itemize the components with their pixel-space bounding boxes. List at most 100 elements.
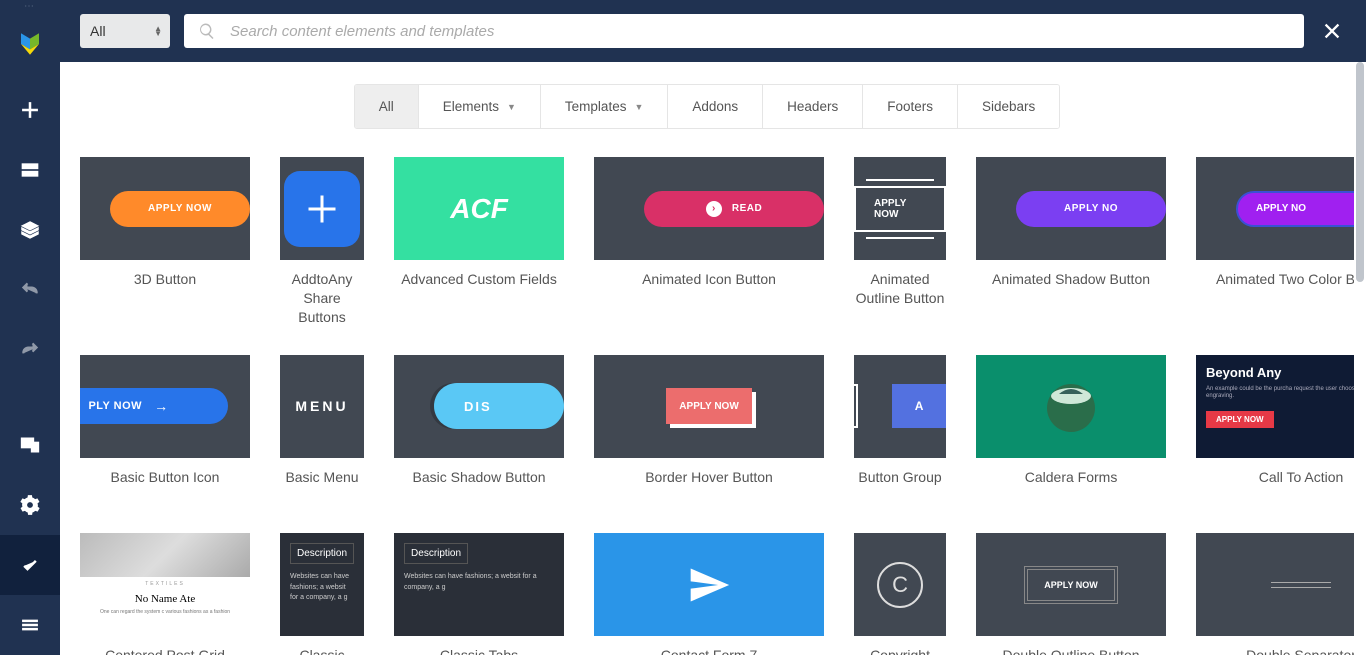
element-label: Double Separator	[1246, 646, 1354, 655]
element-label: Basic Shadow Button	[412, 468, 545, 487]
element-card[interactable]: Beyond AnyAn example could be the purcha…	[1196, 355, 1354, 506]
element-label: Copyright	[870, 646, 930, 655]
element-card[interactable]: APPLY NOW Border Hover Button	[594, 355, 824, 506]
element-card[interactable]: AddtoAny Share Buttons	[280, 157, 364, 327]
element-card[interactable]: C Copyright	[854, 533, 946, 655]
dropdown-value: All	[90, 23, 106, 39]
element-thumbnail	[1196, 533, 1354, 636]
tab-label: All	[379, 99, 394, 114]
publish-button[interactable]	[0, 535, 60, 595]
element-thumbnail: C	[854, 533, 946, 636]
element-card[interactable]: Contact Form 7	[594, 533, 824, 655]
element-label: Basic Menu	[285, 468, 358, 487]
main-panel: All Elements ▼ Templates ▼ Addons Headers Foote…	[60, 62, 1354, 655]
element-card[interactable]: DescriptionWebsites can have fashions; a…	[394, 533, 564, 655]
undo-button[interactable]	[0, 260, 60, 320]
element-label: Animated Icon Button	[642, 270, 776, 289]
element-thumbnail: DescriptionWebsites can have fashions; a…	[280, 533, 364, 636]
element-thumbnail: MENU	[280, 355, 364, 458]
element-card[interactable]: APPLY NOW 3D Button	[80, 157, 250, 327]
element-card[interactable]: TEXTILESNo Name AteOne can regard the sy…	[80, 533, 250, 655]
element-card[interactable]: Caldera Forms	[976, 355, 1166, 506]
tab-label: Footers	[887, 99, 933, 114]
element-card[interactable]: PLY NOW→Basic Button Icon	[80, 355, 250, 506]
element-thumbnail: APPLY NO	[1196, 157, 1354, 260]
drag-handle[interactable]: ⋯	[24, 0, 36, 12]
element-card[interactable]: ›READ Animated Icon Button	[594, 157, 824, 327]
chevron-down-icon: ▼	[507, 102, 516, 112]
element-thumbnail: APPLY NOW	[854, 157, 946, 260]
element-label: Basic Button Icon	[111, 468, 220, 487]
element-card[interactable]: WAButton Group	[854, 355, 946, 506]
element-label: Contact Form 7	[661, 646, 757, 655]
element-thumbnail: DescriptionWebsites can have fashions; a…	[394, 533, 564, 636]
element-label: Animated Outline Button	[854, 270, 946, 308]
close-button[interactable]	[1318, 17, 1346, 45]
element-label: AddtoAny Share Buttons	[280, 270, 364, 327]
element-card[interactable]: ACF Advanced Custom Fields	[394, 157, 564, 327]
scrollbar[interactable]	[1356, 62, 1364, 282]
element-label: Button Group	[858, 468, 941, 487]
tab-label: Elements	[443, 99, 499, 114]
search-icon	[198, 22, 216, 40]
element-thumbnail	[976, 355, 1166, 458]
tab-headers[interactable]: Headers	[763, 85, 863, 128]
add-element-button[interactable]	[0, 80, 60, 140]
category-dropdown[interactable]: All ▲▼	[80, 14, 170, 48]
element-card[interactable]: MENU Basic Menu	[280, 355, 364, 506]
elements-grid: APPLY NOW 3D Button AddtoAny Share Buttons…	[80, 157, 1334, 655]
tab-templates[interactable]: Templates ▼	[541, 85, 668, 128]
chevron-down-icon: ▼	[634, 102, 643, 112]
element-card[interactable]: Double Separator	[1196, 533, 1354, 655]
search-field[interactable]	[184, 14, 1304, 48]
devices-button[interactable]	[0, 415, 60, 475]
element-thumbnail: APPLY NO	[976, 157, 1166, 260]
row-layout-button[interactable]	[0, 140, 60, 200]
element-card[interactable]: DescriptionWebsites can have fashions; a…	[280, 533, 364, 655]
tab-elements[interactable]: Elements ▼	[419, 85, 541, 128]
element-card[interactable]: APPLY NO Animated Shadow Button	[976, 157, 1166, 327]
redo-button[interactable]	[0, 320, 60, 380]
logo	[12, 26, 48, 62]
element-label: Double Outline Button	[1003, 646, 1140, 655]
settings-button[interactable]	[0, 475, 60, 535]
element-label: Classic Tabs	[440, 646, 518, 655]
element-thumbnail	[280, 157, 364, 260]
element-thumbnail: TEXTILESNo Name AteOne can regard the sy…	[80, 533, 250, 636]
element-label: Caldera Forms	[1025, 468, 1118, 487]
element-thumbnail: APPLY NOW	[80, 157, 250, 260]
tab-addons[interactable]: Addons	[668, 85, 763, 128]
tab-label: Templates	[565, 99, 627, 114]
element-label: Call To Action	[1259, 468, 1344, 487]
element-card[interactable]: APPLY NO Animated Two Color Button	[1196, 157, 1354, 327]
tabs: All Elements ▼ Templates ▼ Addons Headers Foote…	[354, 84, 1061, 129]
element-label: Animated Shadow Button	[992, 270, 1150, 289]
element-label: Classic Accordion	[280, 646, 364, 655]
element-thumbnail	[594, 533, 824, 636]
layers-button[interactable]	[0, 200, 60, 260]
menu-button[interactable]	[0, 595, 60, 655]
tab-label: Sidebars	[982, 99, 1035, 114]
tab-footers[interactable]: Footers	[863, 85, 958, 128]
element-label: Centered Post Grid	[105, 646, 225, 655]
sidebar: ⋯	[0, 0, 60, 655]
element-label: Border Hover Button	[645, 468, 773, 487]
element-thumbnail: ACF	[394, 157, 564, 260]
element-label: Advanced Custom Fields	[401, 270, 557, 289]
element-thumbnail: ›READ	[594, 157, 824, 260]
element-card[interactable]: DIS Basic Shadow Button	[394, 355, 564, 506]
element-card[interactable]: APPLY NOW Animated Outline Button	[854, 157, 946, 327]
element-label: Animated Two Color Button	[1216, 270, 1354, 289]
tab-label: Headers	[787, 99, 838, 114]
element-label: 3D Button	[134, 270, 196, 289]
search-input[interactable]	[230, 23, 1290, 40]
tab-sidebars[interactable]: Sidebars	[958, 85, 1059, 128]
tab-label: Addons	[692, 99, 738, 114]
element-thumbnail: DIS	[394, 355, 564, 458]
chevron-updown-icon: ▲▼	[154, 26, 162, 36]
element-thumbnail: APPLY NOW	[976, 533, 1166, 636]
element-card[interactable]: APPLY NOW Double Outline Button	[976, 533, 1166, 655]
element-thumbnail: APPLY NOW	[594, 355, 824, 458]
close-icon	[1321, 20, 1343, 42]
tab-all[interactable]: All	[355, 85, 419, 128]
